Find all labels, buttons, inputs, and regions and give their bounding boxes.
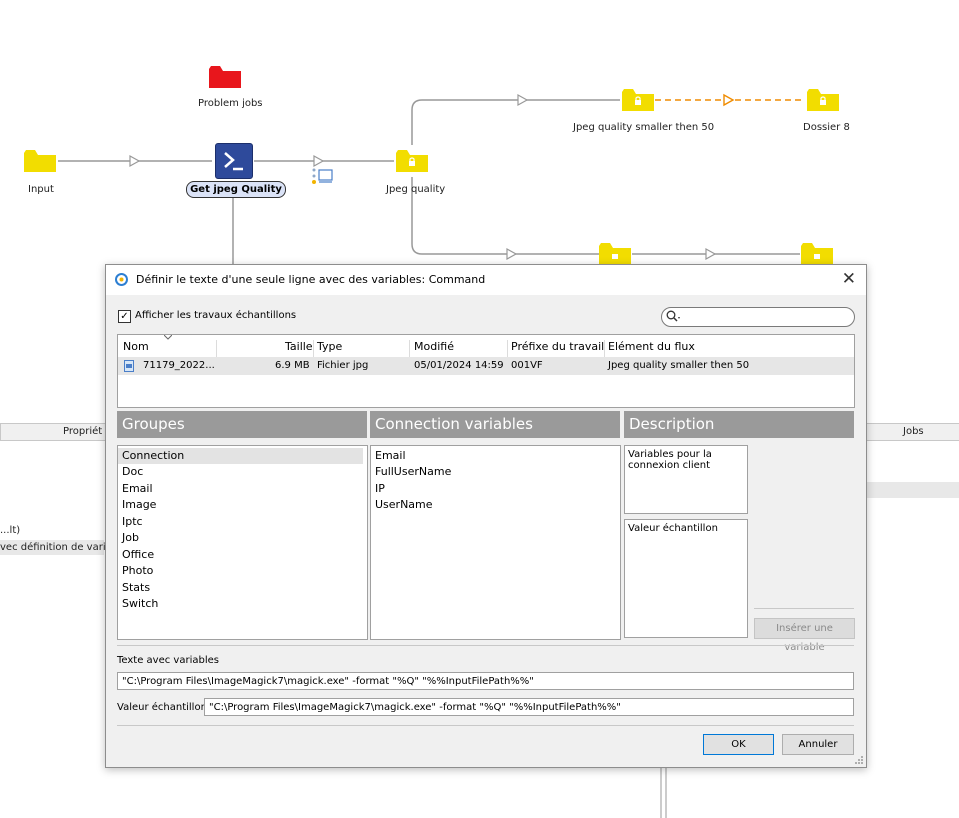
- list-item[interactable]: UserName: [375, 498, 433, 511]
- sample-jobs-table[interactable]: Nom Taille Type Modifié Préfixe du trava…: [117, 334, 855, 408]
- list-item[interactable]: Email: [122, 482, 153, 495]
- jpeg-smaller-folder-icon[interactable]: [622, 89, 654, 111]
- cell-element: Jpeg quality smaller then 50: [608, 360, 750, 371]
- cell-size: 6.9 MB: [275, 360, 310, 371]
- description-header: Description: [624, 411, 854, 438]
- dialog-titlebar[interactable]: Définir le texte d'une seule ligne avec …: [106, 265, 866, 295]
- variables-dialog: Définir le texte d'une seule ligne avec …: [105, 264, 867, 768]
- get-jpeg-quality-label[interactable]: Get jpeg Quality: [186, 181, 286, 198]
- list-item[interactable]: FullUserName: [375, 465, 451, 478]
- insert-variable-button[interactable]: Insérer une variable: [754, 618, 855, 653]
- properties-selected-row[interactable]: vec définition de varia: [0, 540, 112, 555]
- folder-lower-1-icon[interactable]: [599, 243, 631, 265]
- powershell-script-icon[interactable]: [215, 143, 253, 179]
- list-item[interactable]: IP: [375, 482, 385, 495]
- folder-lower-2-icon[interactable]: [801, 243, 833, 265]
- sample-value-label: Valeur échantillon: [117, 702, 207, 713]
- col-size[interactable]: Taille: [285, 340, 313, 353]
- list-item[interactable]: Email: [375, 449, 406, 462]
- problem-jobs-label: Problem jobs: [198, 98, 263, 109]
- properties-text-1: ...lt): [0, 525, 21, 536]
- cell-modified: 05/01/2024 14:59: [414, 360, 504, 371]
- list-item[interactable]: Photo: [122, 564, 153, 577]
- dossier8-label: Dossier 8: [803, 122, 850, 133]
- cell-name: 71179_2022...: [143, 360, 215, 371]
- list-item[interactable]: Stats: [122, 581, 150, 594]
- sample-value-box: Valeur échantillon: [624, 519, 748, 638]
- app-icon: [115, 273, 128, 286]
- col-name[interactable]: Nom: [123, 340, 149, 353]
- dossier8-folder-icon[interactable]: [807, 89, 839, 111]
- col-element[interactable]: Elément du flux: [608, 340, 695, 353]
- list-item[interactable]: Image: [122, 498, 156, 511]
- list-item[interactable]: Office: [122, 548, 154, 561]
- list-item[interactable]: Connection: [122, 449, 184, 462]
- jobs-selected-row[interactable]: [866, 482, 959, 498]
- cell-prefix: 001VF: [511, 360, 543, 371]
- col-prefix[interactable]: Préfixe du travail: [511, 340, 604, 353]
- variables-header: Connection variables: [370, 411, 620, 438]
- sample-value-field: "C:\Program Files\ImageMagick7\magick.ex…: [204, 698, 854, 716]
- list-item[interactable]: Iptc: [122, 515, 143, 528]
- col-modified[interactable]: Modifié: [414, 340, 454, 353]
- text-with-variables-input[interactable]: "C:\Program Files\ImageMagick7\magick.ex…: [117, 672, 854, 690]
- jpeg-quality-folder-icon[interactable]: [396, 150, 428, 172]
- list-item[interactable]: Switch: [122, 597, 158, 610]
- ok-button[interactable]: OK: [703, 734, 774, 755]
- show-samples-label: Afficher les travaux échantillons: [135, 310, 297, 321]
- text-with-variables-label: Texte avec variables: [117, 655, 219, 666]
- file-icon: [124, 360, 134, 372]
- input-folder-icon[interactable]: [24, 150, 56, 172]
- variables-list[interactable]: Email FullUserName IP UserName: [370, 445, 621, 640]
- jpeg-quality-label: Jpeg quality: [386, 184, 446, 195]
- resize-grip-icon[interactable]: [854, 755, 864, 765]
- jobs-panel-header: Jobs: [866, 423, 959, 441]
- col-type[interactable]: Type: [317, 340, 342, 353]
- search-icon: [666, 310, 680, 322]
- show-samples-checkbox[interactable]: ✓: [118, 310, 131, 323]
- problem-jobs-folder-icon[interactable]: [209, 66, 241, 88]
- search-input[interactable]: [661, 307, 855, 327]
- table-row[interactable]: 71179_2022... 6.9 MB Fichier jpg 05/01/2…: [118, 357, 854, 375]
- sort-chevron-icon: [164, 335, 172, 340]
- list-item[interactable]: Job: [122, 531, 139, 544]
- close-icon[interactable]: ✕: [842, 269, 856, 289]
- jobs-table-header: Nom Taille Type Modifié Préfixe du trava…: [118, 335, 854, 358]
- cancel-button[interactable]: Annuler: [782, 734, 854, 755]
- connection-monitor-icon: [312, 168, 333, 184]
- dialog-title: Définir le texte d'une seule ligne avec …: [136, 273, 486, 286]
- jpeg-smaller-label: Jpeg quality smaller then 50: [573, 122, 715, 133]
- description-box: Variables pour la connexion client: [624, 445, 748, 514]
- properties-panel-header: Propriét: [0, 423, 106, 441]
- groups-list[interactable]: Connection Doc Email Image Iptc Job Offi…: [117, 445, 368, 640]
- groups-header: Groupes: [117, 411, 367, 438]
- cell-type: Fichier jpg: [317, 360, 369, 371]
- input-label: Input: [28, 184, 54, 195]
- list-item[interactable]: Doc: [122, 465, 143, 478]
